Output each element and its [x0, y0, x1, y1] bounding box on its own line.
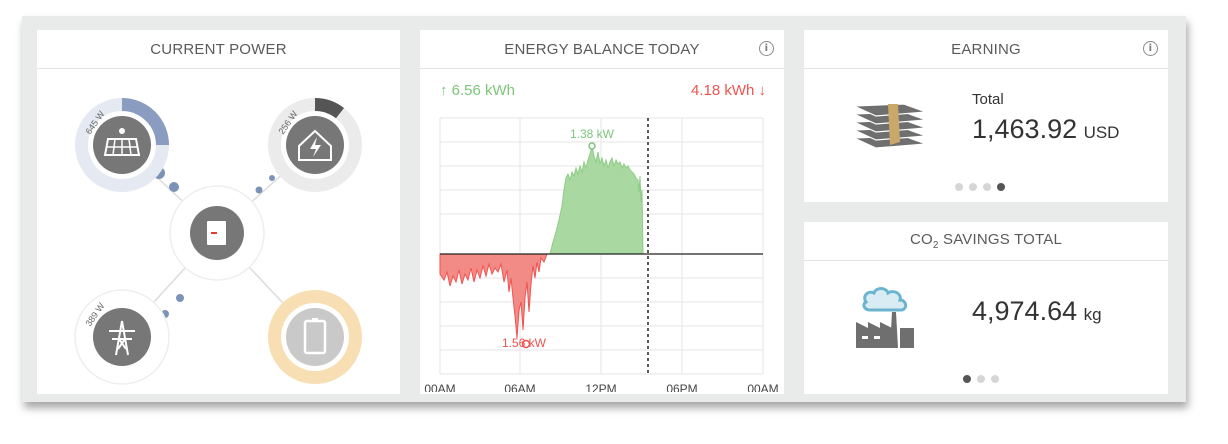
co2-value-row: 4,974.64 kg [972, 296, 1102, 327]
co2-carousel-dots [960, 370, 1002, 388]
carousel-dot[interactable] [969, 183, 977, 191]
earning-card: EARNING i Total 1,463.92 USD [804, 30, 1168, 202]
carousel-dot[interactable] [991, 375, 999, 383]
x-tick-label: 00AM [747, 382, 778, 392]
energy-balance-header: ENERGY BALANCE TODAY i [420, 30, 784, 69]
earning-total-label: Total [972, 91, 1004, 108]
inverter-icon [207, 221, 226, 245]
flow-dot [269, 175, 275, 181]
consumption-area [439, 253, 548, 339]
current-power-card: CURRENT POWER 645 W 256 W 389 W [37, 30, 400, 394]
energy-balance-chart: 1.38 kW 1.56 kW 00AM 06AM 12PM 06PM 00AM [424, 117, 779, 392]
earning-unit: USD [1083, 123, 1120, 142]
grid-node[interactable]: 389 W [74, 289, 170, 385]
home-node[interactable]: 256 W [268, 98, 362, 192]
battery-node[interactable] [268, 290, 362, 384]
current-power-title: CURRENT POWER [150, 40, 287, 58]
energy-produced: ↑ 6.56 kWh [440, 82, 516, 99]
power-flow-diagram: 645 W 256 W 389 W [74, 98, 362, 385]
x-tick-label: 00AM [424, 382, 455, 392]
earning-carousel-dots [952, 178, 1008, 196]
co2-title-prefix: CO [909, 231, 933, 248]
x-tick-label: 12PM [585, 382, 616, 392]
earning-value: 1,463.92 [972, 114, 1078, 144]
production-area [549, 145, 644, 255]
money-stack-icon [853, 103, 927, 149]
solar-node[interactable]: 645 W [75, 98, 169, 192]
energy-balance-card: ENERGY BALANCE TODAY i ↑ 6.56 kWh 4.18 k… [420, 30, 784, 394]
energy-balance-title: ENERGY BALANCE TODAY [504, 40, 700, 58]
inverter-node[interactable] [169, 185, 265, 281]
co2-unit: kg [1083, 305, 1102, 324]
x-tick-label: 06AM [504, 382, 535, 392]
info-icon[interactable]: i [759, 41, 774, 56]
current-power-header: CURRENT POWER [37, 30, 400, 69]
info-icon[interactable]: i [1143, 41, 1158, 56]
co2-card: CO2 SAVINGS TOTAL 4,974.64 kg [804, 222, 1168, 394]
co2-title: CO2 SAVINGS TOTAL [910, 231, 1062, 251]
peak-marker [588, 142, 596, 150]
carousel-dot-active[interactable] [963, 375, 971, 383]
flow-dot [169, 182, 179, 192]
factory-icon [856, 287, 914, 348]
carousel-dot[interactable] [977, 375, 985, 383]
peak-label: 1.38 kW [570, 127, 615, 141]
flow-dot [176, 294, 184, 302]
co2-header: CO2 SAVINGS TOTAL [804, 222, 1168, 261]
x-tick-label: 06PM [666, 382, 697, 392]
earning-header: EARNING i [804, 30, 1168, 69]
energy-consumed: 4.18 kWh ↓ [690, 82, 766, 99]
flow-dot [255, 186, 263, 194]
dashboard-frame: CURRENT POWER 645 W 256 W 389 W ENERGY B… [22, 16, 1186, 402]
earning-title: EARNING [951, 40, 1021, 58]
min-label: 1.56 kW [502, 336, 547, 350]
carousel-dot-active[interactable] [997, 183, 1005, 191]
carousel-dot[interactable] [983, 183, 991, 191]
co2-title-suffix: SAVINGS TOTAL [938, 231, 1063, 248]
co2-value: 4,974.64 [972, 296, 1078, 326]
earning-value-row: 1,463.92 USD [972, 114, 1119, 145]
carousel-dot[interactable] [955, 183, 963, 191]
